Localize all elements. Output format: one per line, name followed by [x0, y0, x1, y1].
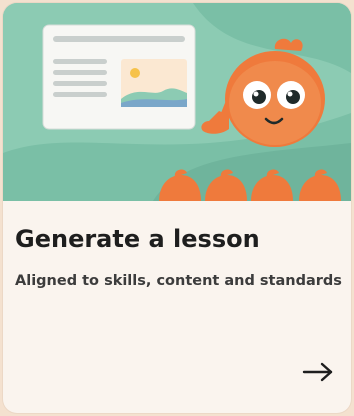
generate-lesson-card[interactable]: Generate a lesson Aligned to skills, con…: [3, 3, 351, 413]
card-subtitle: Aligned to skills, content and standards: [15, 273, 342, 289]
lesson-illustration: [3, 3, 351, 201]
card-title: Generate a lesson: [15, 225, 260, 253]
illustration-art: [3, 3, 351, 201]
image-placeholder-icon: [121, 59, 187, 107]
arrow-right-icon[interactable]: [301, 359, 335, 385]
document-window-icon: [42, 24, 196, 130]
